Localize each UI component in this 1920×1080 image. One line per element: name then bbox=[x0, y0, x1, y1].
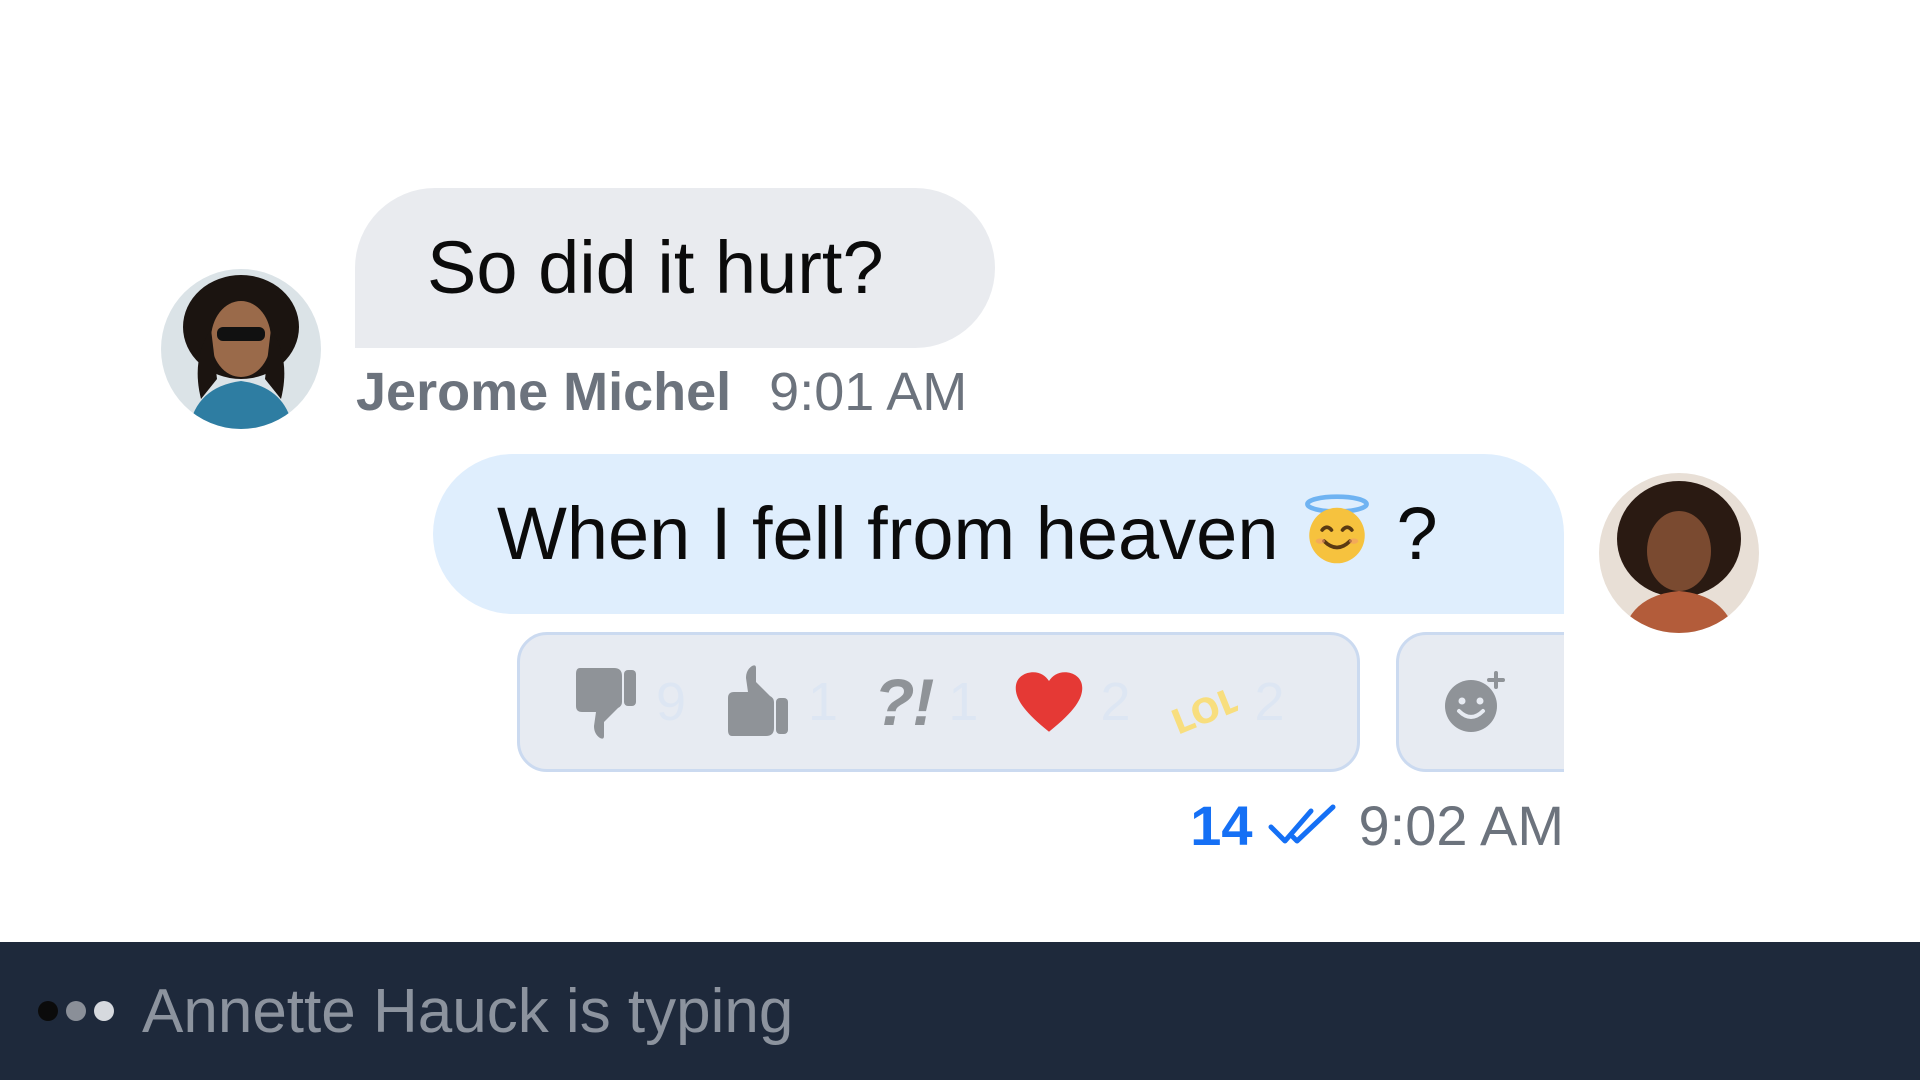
message-bubble-outgoing[interactable]: When I fell from heaven ? bbox=[433, 454, 1564, 614]
message-bubble-incoming[interactable]: So did it hurt? bbox=[355, 188, 995, 348]
reaction-count: 2 bbox=[1254, 672, 1285, 732]
message-meta-incoming: Jerome Michel 9:01 AM bbox=[356, 362, 967, 422]
sender-name[interactable]: Jerome Michel bbox=[356, 361, 731, 423]
message-text-tail: ? bbox=[1396, 492, 1438, 575]
thumbs-up-icon bbox=[722, 662, 792, 742]
reaction-heart[interactable]: 2 bbox=[1014, 662, 1130, 742]
add-emoji-icon bbox=[1444, 671, 1505, 732]
typing-text: Annette Hauck is typing bbox=[142, 976, 794, 1046]
reaction-lol[interactable]: LOL 2 bbox=[1166, 662, 1284, 742]
avatar-annette[interactable] bbox=[1599, 473, 1759, 633]
lol-icon: LOL bbox=[1166, 662, 1238, 742]
typing-dot bbox=[66, 1001, 86, 1021]
double-check-icon bbox=[1267, 801, 1339, 849]
typing-indicator-bar: Annette Hauck is typing bbox=[0, 942, 1920, 1080]
message-meta-outgoing: 14 9:02 AM bbox=[1190, 793, 1564, 857]
svg-text:LOL: LOL bbox=[1166, 680, 1238, 742]
reaction-bar: 9 1 ?! 1 2 LOL 2 bbox=[517, 632, 1360, 772]
reaction-interrobang[interactable]: ?! 1 bbox=[874, 664, 978, 740]
read-count[interactable]: 14 bbox=[1190, 793, 1252, 858]
message-time: 9:02 AM bbox=[1358, 793, 1564, 857]
reaction-thumbs-up[interactable]: 1 bbox=[722, 662, 838, 742]
reaction-count: 1 bbox=[808, 672, 839, 732]
reaction-count: 1 bbox=[948, 672, 979, 732]
interrobang-icon: ?! bbox=[874, 665, 934, 739]
message-text: When I fell from heaven bbox=[497, 492, 1279, 575]
reaction-thumbs-down[interactable]: 9 bbox=[570, 662, 686, 742]
thumbs-down-icon bbox=[570, 662, 640, 742]
message-text: So did it hurt? bbox=[427, 226, 884, 309]
typing-dot bbox=[94, 1001, 114, 1021]
reaction-count: 2 bbox=[1100, 672, 1131, 732]
add-reaction-button[interactable] bbox=[1396, 632, 1564, 772]
smiling-face-with-halo-icon bbox=[1300, 493, 1374, 567]
reaction-count: 9 bbox=[656, 672, 687, 732]
typing-dot bbox=[38, 1001, 58, 1021]
typing-dots-icon bbox=[38, 1001, 122, 1021]
avatar-jerome[interactable] bbox=[161, 269, 321, 429]
heart-icon bbox=[1014, 662, 1084, 742]
message-time: 9:01 AM bbox=[769, 362, 968, 422]
